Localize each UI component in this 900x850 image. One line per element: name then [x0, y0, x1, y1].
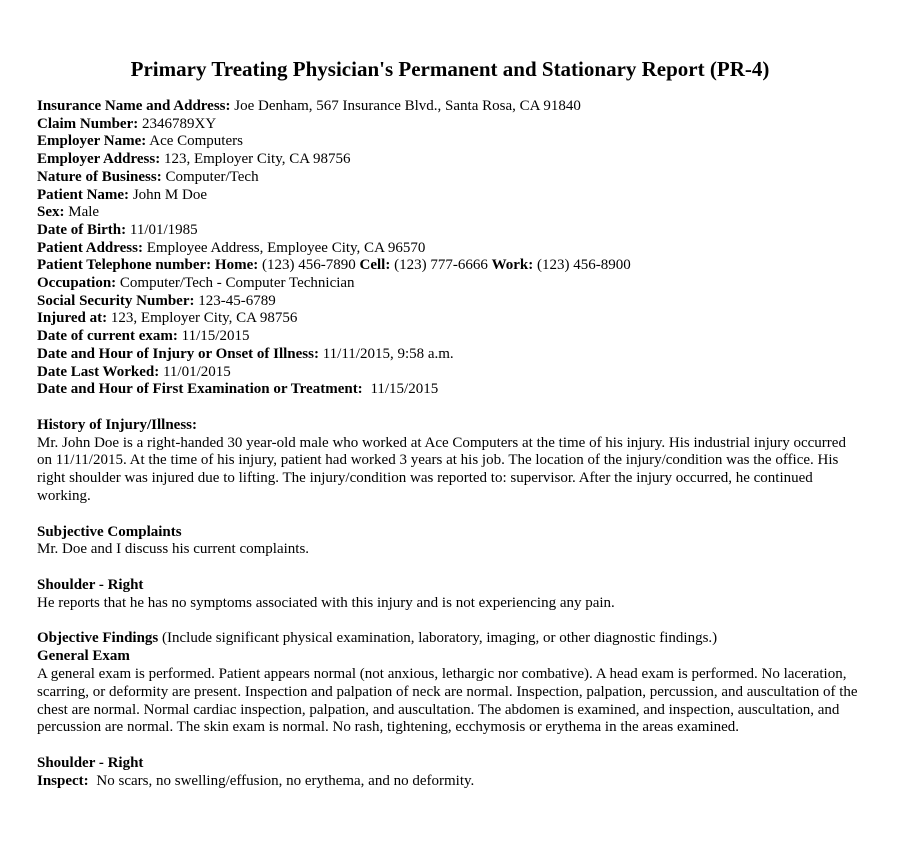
objective-section: Objective Findings (Include significant …	[37, 613, 863, 738]
occupation-value: Computer/Tech - Computer Technician	[119, 275, 355, 292]
patient-name-field: Patient Name: John M Doe	[37, 187, 863, 205]
date-of-birth-value: 11/01/1985	[129, 221, 198, 238]
phone-work-value: (123) 456-8900	[537, 257, 631, 274]
injury-onset-value: 11/11/2015, 9:58 a.m.	[322, 345, 454, 362]
last-worked-field: Date Last Worked: 11/01/2015	[37, 364, 863, 382]
subjective-heading: Subjective Complaints	[37, 523, 182, 540]
nature-of-business-value: Computer/Tech	[165, 168, 259, 185]
last-worked-label: Date Last Worked:	[37, 363, 160, 380]
inspect-text: No scars, no swelling/effusion, no eryth…	[96, 772, 475, 789]
objective-heading: Objective Findings	[37, 630, 159, 647]
current-exam-label: Date of current exam:	[37, 328, 178, 345]
injury-onset-label: Date and Hour of Injury or Onset of Illn…	[37, 345, 319, 362]
insurance-value: Joe Denham, 567 Insurance Blvd., Santa R…	[234, 98, 581, 114]
shoulder-objective-heading: Shoulder - Right	[37, 754, 144, 771]
claim-fields: Insurance Name and Address: Joe Denham, …	[37, 98, 863, 399]
ssn-field: Social Security Number: 123-45-6789	[37, 293, 863, 311]
inspect-label: Inspect:	[37, 772, 89, 789]
employer-address-label: Employer Address:	[37, 151, 161, 168]
objective-heading-line: Objective Findings (Include significant …	[37, 630, 863, 648]
employer-address-field: Employer Address: 123, Employer City, CA…	[37, 151, 863, 169]
patient-name-value: John M Doe	[132, 186, 207, 203]
shoulder-subjective-heading: Shoulder - Right	[37, 576, 144, 593]
history-section: History of Injury/Illness: Mr. John Doe …	[37, 399, 863, 506]
current-exam-value: 11/15/2015	[181, 328, 250, 345]
shoulder-subjective-text: He reports that he has no symptoms assoc…	[37, 594, 615, 611]
sex-field: Sex: Male	[37, 204, 863, 222]
phone-home-label: Patient Telephone number: Home:	[37, 257, 259, 274]
shoulder-objective-section: Shoulder - Right Inspect: No scars, no s…	[37, 737, 863, 790]
phone-work-label: Work:	[491, 257, 534, 274]
report-title: Primary Treating Physician's Permanent a…	[130, 57, 770, 81]
patient-address-field: Patient Address: Employee Address, Emplo…	[37, 240, 863, 258]
ssn-label: Social Security Number:	[37, 292, 195, 309]
date-of-birth-field: Date of Birth: 11/01/1985	[37, 222, 863, 240]
sex-value: Male	[68, 204, 100, 221]
occupation-field: Occupation: Computer/Tech - Computer Tec…	[37, 275, 863, 293]
shoulder-subjective-section: Shoulder - Right He reports that he has …	[37, 559, 863, 612]
injured-at-field: Injured at: 123, Employer City, CA 98756	[37, 310, 863, 328]
claim-number-value: 2346789XY	[142, 115, 217, 132]
insurance-field: Insurance Name and Address: Joe Denham, …	[37, 98, 863, 116]
nature-of-business-field: Nature of Business: Computer/Tech	[37, 169, 863, 187]
phone-cell-value: (123) 777-6666	[394, 257, 488, 274]
patient-phone-field: Patient Telephone number: Home: (123) 45…	[37, 257, 863, 275]
patient-address-value: Employee Address, Employee City, CA 9657…	[146, 239, 426, 256]
injury-onset-field: Date and Hour of Injury or Onset of Illn…	[37, 346, 863, 364]
injured-at-value: 123, Employer City, CA 98756	[110, 310, 298, 327]
first-exam-field: Date and Hour of First Examination or Tr…	[37, 381, 863, 399]
inspect-line: Inspect: No scars, no swelling/effusion,…	[37, 773, 863, 791]
phone-cell-label: Cell:	[359, 257, 391, 274]
history-heading: History of Injury/Illness:	[37, 416, 198, 433]
employer-address-value: 123, Employer City, CA 98756	[163, 151, 351, 168]
employer-name-value: Ace Computers	[149, 133, 243, 150]
phone-home-value: (123) 456-7890	[262, 257, 356, 274]
first-exam-label: Date and Hour of First Examination or Tr…	[37, 381, 363, 398]
patient-address-label: Patient Address:	[37, 239, 143, 256]
general-exam-heading: General Exam	[37, 648, 130, 665]
patient-name-label: Patient Name:	[37, 186, 130, 203]
nature-of-business-label: Nature of Business:	[37, 168, 162, 185]
report-page: Primary Treating Physician's Permanent a…	[0, 0, 900, 850]
history-text: Mr. John Doe is a right-handed 30 year-o…	[37, 434, 846, 504]
subjective-section: Subjective Complaints Mr. Doe and I disc…	[37, 506, 863, 559]
injured-at-label: Injured at:	[37, 310, 108, 327]
subjective-text: Mr. Doe and I discuss his current compla…	[37, 541, 310, 558]
general-exam-text: A general exam is performed. Patient app…	[37, 665, 858, 736]
claim-number-field: Claim Number: 2346789XY	[37, 116, 863, 134]
current-exam-field: Date of current exam: 11/15/2015	[37, 328, 863, 346]
employer-name-label: Employer Name:	[37, 133, 147, 150]
ssn-value: 123-45-6789	[198, 292, 276, 309]
objective-note: (Include significant physical examinatio…	[162, 630, 718, 647]
last-worked-value: 11/01/2015	[162, 363, 231, 380]
first-exam-value: 11/15/2015	[370, 381, 439, 398]
occupation-label: Occupation:	[37, 275, 117, 292]
date-of-birth-label: Date of Birth:	[37, 221, 127, 238]
insurance-label: Insurance Name and Address:	[37, 98, 231, 114]
claim-number-label: Claim Number:	[37, 115, 139, 132]
employer-name-field: Employer Name: Ace Computers	[37, 133, 863, 151]
sex-label: Sex:	[37, 204, 65, 221]
